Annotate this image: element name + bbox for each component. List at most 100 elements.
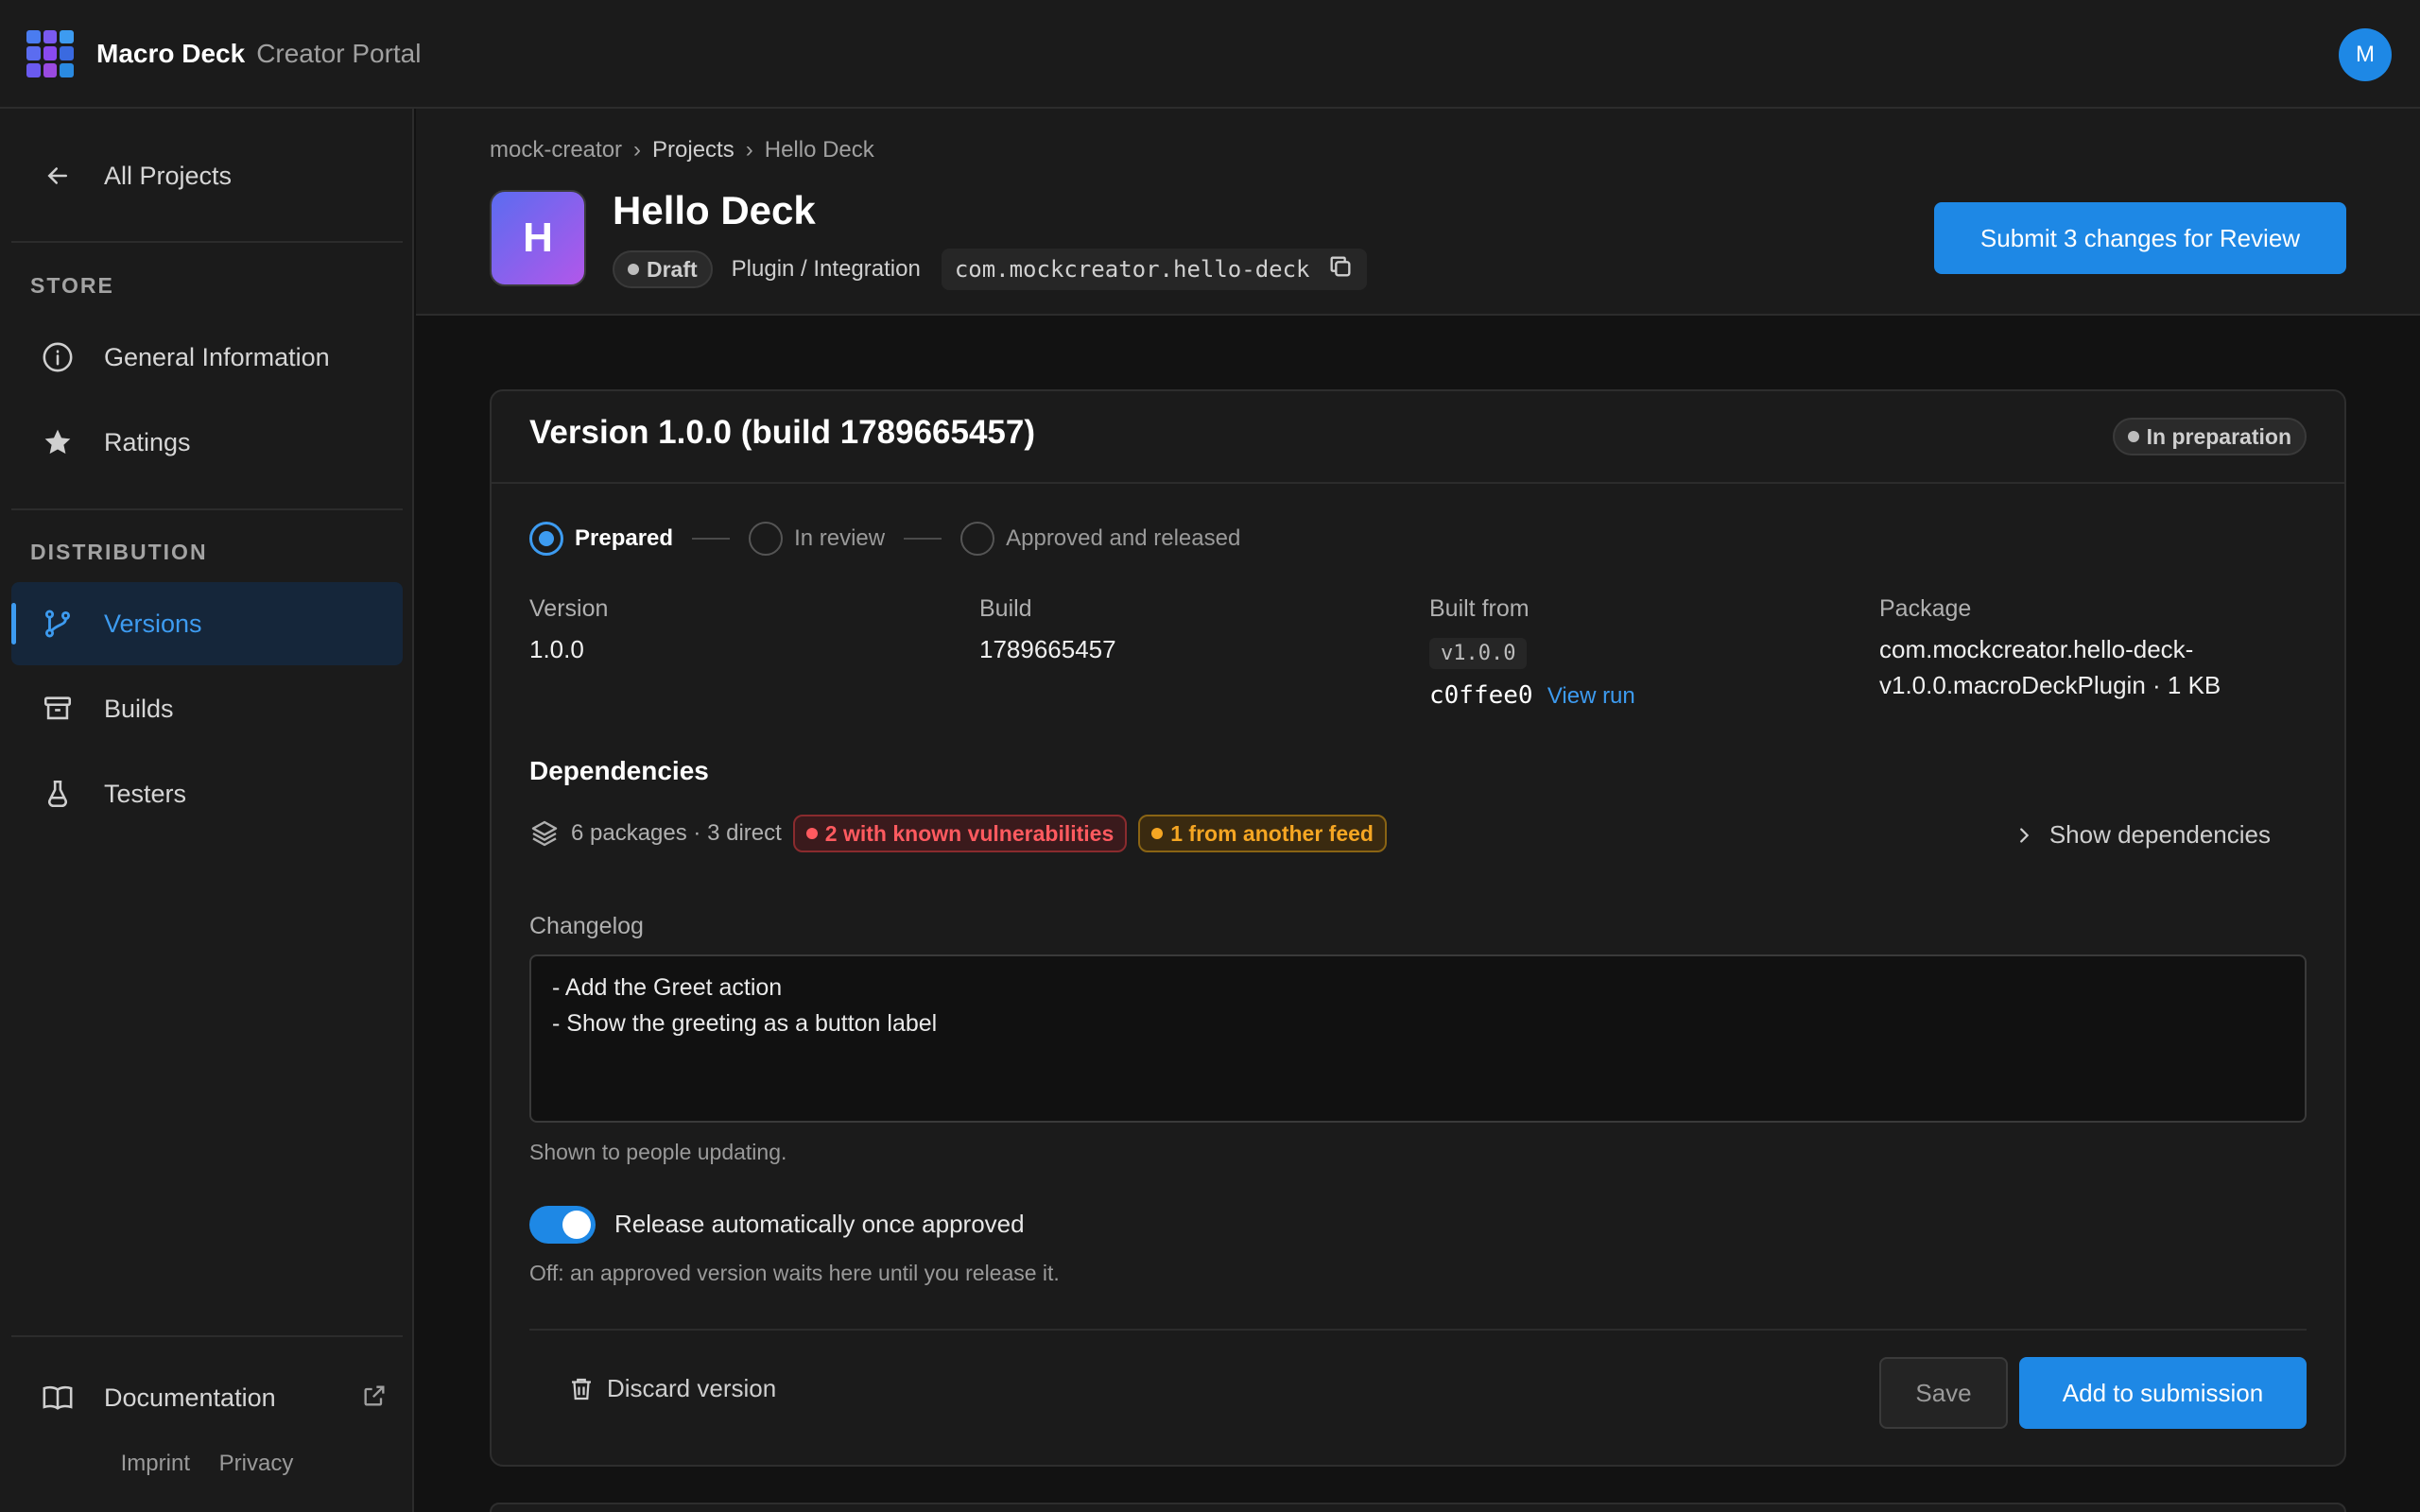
built-from-label: Built from: [1429, 595, 1530, 622]
arrow-left-icon: [40, 158, 76, 194]
package-id: com.mockcreator.hello-deck: [941, 249, 1367, 290]
breadcrumb: mock-creator › Projects › Hello Deck: [490, 137, 874, 163]
package-label: Package: [1879, 595, 1972, 622]
auto-release-hint: Off: an approved version waits here unti…: [529, 1261, 1060, 1285]
discard-version-label: Discard version: [607, 1374, 777, 1402]
logo-tile: [60, 46, 74, 60]
breadcrumb-separator: ›: [633, 137, 642, 163]
breadcrumb-creator[interactable]: mock-creator: [490, 137, 622, 163]
version-card-header: Version 1.0.0 (build 1789665457) In prep…: [492, 391, 2344, 484]
legal-links: Imprint Privacy: [0, 1451, 414, 1477]
logo-tile: [60, 62, 74, 77]
store-heading: STORE: [30, 273, 114, 298]
chevron-right-icon: [2014, 825, 2034, 846]
star-icon: [40, 424, 76, 460]
info-icon: [40, 339, 76, 375]
distribution-heading: DISTRIBUTION: [30, 540, 208, 564]
project-category: Plugin / Integration: [731, 256, 921, 282]
package-value: com.mockcreator.hello-deck- v1.0.0.macro…: [1879, 631, 2221, 703]
sidebar-item-label: General Information: [104, 342, 330, 371]
branch-icon: [40, 606, 76, 642]
documentation-link[interactable]: Documentation: [11, 1356, 403, 1439]
built-from-commit-row: c0ffee0 View run: [1429, 677, 1635, 714]
brand-name: Macro Deck: [96, 38, 246, 68]
brand-subtitle: Creator Portal: [256, 38, 422, 68]
show-dependencies-label: Show dependencies: [2048, 820, 2271, 849]
archive-icon: [40, 691, 76, 727]
sidebar-divider: [11, 508, 403, 510]
logo-tile: [60, 29, 74, 44]
sidebar-item-ratings[interactable]: Ratings: [11, 401, 403, 484]
copy-icon[interactable]: [1327, 253, 1354, 285]
sidebar-item-testers[interactable]: Testers: [11, 752, 403, 835]
sidebar-item-general-information[interactable]: General Information: [11, 316, 403, 399]
all-projects-link[interactable]: All Projects: [11, 134, 403, 217]
view-run-link[interactable]: View run: [1547, 683, 1635, 709]
package-filename-line2: v1.0.0.macroDeckPlugin · 1 KB: [1879, 671, 2221, 699]
auto-release-toggle[interactable]: [529, 1206, 596, 1244]
breadcrumb-projects[interactable]: Projects: [652, 137, 735, 163]
other-feed-badge: 1 from another feed: [1138, 815, 1387, 852]
logo-tile: [26, 62, 41, 77]
sidebar-divider: [11, 241, 403, 243]
logo-tile: [26, 46, 41, 60]
documentation-label: Documentation: [104, 1383, 276, 1412]
page-title: Hello Deck: [613, 188, 816, 232]
changelog-hint: Shown to people updating.: [529, 1140, 787, 1164]
book-icon: [40, 1380, 76, 1416]
status-badge: Draft: [613, 250, 713, 288]
step-approved-indicator: [960, 522, 995, 556]
privacy-link[interactable]: Privacy: [219, 1451, 294, 1476]
commit-hash: c0ffee0: [1429, 681, 1533, 710]
package-id-text: com.mockcreator.hello-deck: [954, 256, 1310, 283]
add-to-submission-button[interactable]: Add to submission: [2019, 1357, 2307, 1429]
card-footer-divider: [529, 1329, 2307, 1331]
project-meta: Draft Plugin / Integration com.mockcreat…: [613, 249, 1367, 290]
step-prepared-indicator: [529, 522, 563, 556]
version-card: Version 1.0.0 (build 1789665457) In prep…: [490, 389, 2346, 1467]
git-tag: v1.0.0: [1429, 638, 1528, 669]
changelog-textarea[interactable]: - Add the Greet action - Show the greeti…: [529, 954, 2307, 1123]
auto-release-label: Release automatically once approved: [614, 1210, 1025, 1238]
breadcrumb-current: Hello Deck: [764, 137, 874, 163]
page-header: mock-creator › Projects › Hello Deck H Hello…: [416, 109, 2420, 316]
dependencies-summary: 6 packages · 3 direct 2 with known vulne…: [529, 815, 1387, 852]
sidebar-item-label: Builds: [104, 694, 174, 723]
save-button[interactable]: Save: [1879, 1357, 2008, 1429]
macro-deck-logo[interactable]: [26, 29, 74, 77]
changelog-label: Changelog: [529, 913, 644, 939]
sidebar-item-label: Versions: [104, 609, 202, 638]
imprint-link[interactable]: Imprint: [121, 1451, 190, 1476]
version-status-badge: In preparation: [2112, 418, 2307, 455]
user-avatar[interactable]: M: [2339, 28, 2392, 81]
app-icon: H: [490, 190, 586, 286]
release-stepper: Prepared In review Approved and released: [529, 522, 1240, 556]
sidebar-item-versions[interactable]: Versions: [11, 582, 403, 665]
step-approved: Approved and released: [1006, 525, 1241, 551]
built-from-tag: v1.0.0: [1429, 633, 1528, 672]
build-label: Build: [979, 595, 1032, 622]
top-bar: Macro Deck Creator Portal M: [0, 0, 2420, 109]
submit-for-review-button[interactable]: Submit 3 changes for Review: [1934, 202, 2346, 274]
step-connector: [692, 538, 731, 540]
version-title: Version 1.0.0 (build 1789665457): [529, 414, 1036, 451]
flask-icon: [40, 776, 76, 812]
layers-icon: [529, 818, 560, 849]
logo-tile: [43, 46, 58, 60]
all-projects-label: All Projects: [104, 161, 233, 190]
package-count: 6 packages · 3 direct: [571, 820, 782, 846]
sidebar-divider: [11, 1335, 403, 1337]
dependencies-title: Dependencies: [529, 756, 709, 785]
breadcrumb-separator: ›: [745, 137, 753, 163]
trash-icon: [567, 1375, 596, 1403]
vulnerabilities-label: 2 with known vulnerabilities: [824, 820, 1115, 846]
sidebar-item-label: Ratings: [104, 427, 191, 456]
logo-tile: [43, 29, 58, 44]
version-value: 1.0.0: [529, 635, 584, 663]
sidebar-item-builds[interactable]: Builds: [11, 667, 403, 750]
discard-version-button[interactable]: Discard version: [567, 1374, 776, 1403]
show-dependencies-button[interactable]: Show dependencies: [2014, 820, 2271, 850]
next-card-edge: [490, 1503, 2346, 1512]
logo-tile: [43, 62, 58, 77]
sidebar-item-label: Testers: [104, 779, 187, 808]
